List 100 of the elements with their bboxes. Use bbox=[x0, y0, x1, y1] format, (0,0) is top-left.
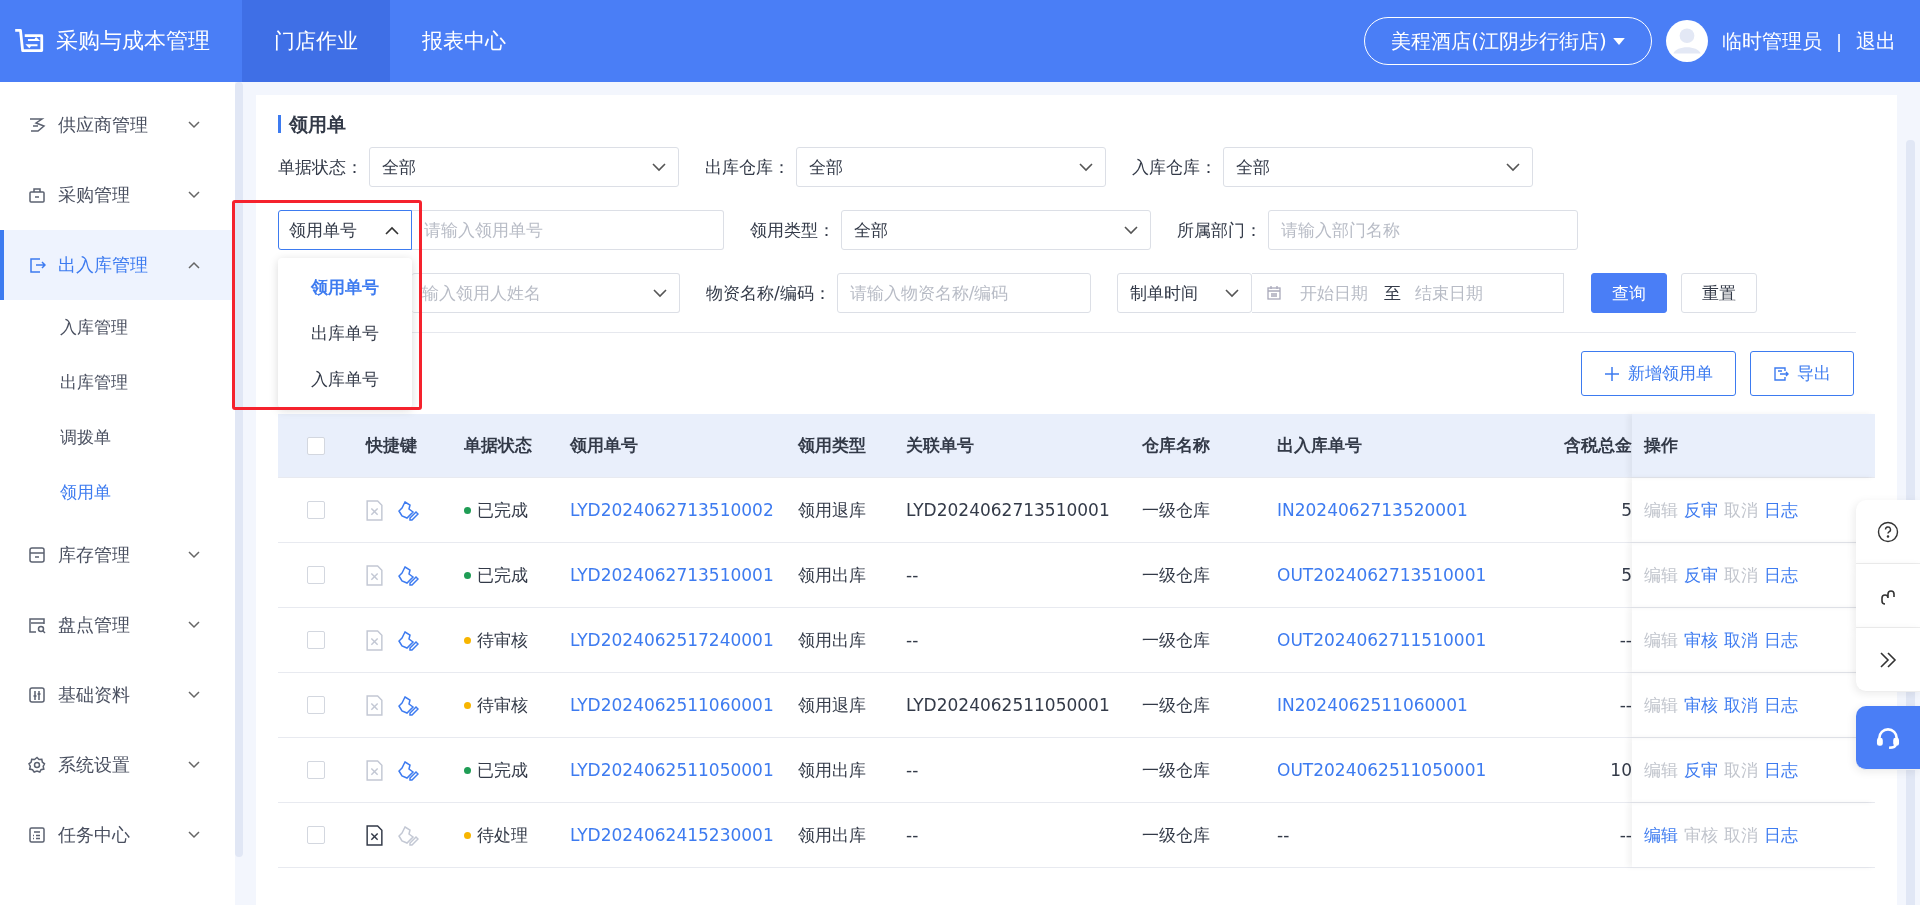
delete-file-icon[interactable] bbox=[366, 824, 383, 846]
sidebar-item[interactable]: 库存管理 bbox=[0, 520, 235, 590]
order-link[interactable]: LYD2024062713510002 bbox=[570, 500, 774, 520]
action-link[interactable]: 反审 bbox=[1684, 563, 1718, 587]
table-cell-text: 一级仓库 bbox=[1142, 498, 1211, 522]
order-link[interactable]: LYD2024062511060001 bbox=[570, 695, 774, 715]
sidebar-subitem[interactable]: 出库管理 bbox=[0, 355, 235, 410]
date-range-field[interactable]: 开始日期 至 结束日期 bbox=[1251, 273, 1564, 313]
action-link[interactable]: 日志 bbox=[1764, 758, 1798, 782]
logout-link[interactable]: 退出 bbox=[1856, 27, 1896, 55]
table-cell-text: 一级仓库 bbox=[1142, 758, 1211, 782]
checkbox[interactable] bbox=[307, 566, 325, 584]
action-link[interactable]: 审核 bbox=[1684, 693, 1718, 717]
export-button[interactable]: 导出 bbox=[1750, 351, 1854, 396]
type-select[interactable]: 领用单号 bbox=[278, 210, 412, 250]
io-order-link[interactable]: OUT2024062713510001 bbox=[1277, 565, 1487, 585]
table-cell-text: 5 bbox=[1620, 564, 1632, 587]
support-button[interactable] bbox=[1856, 706, 1920, 770]
sidebar-item[interactable]: 出入库管理 bbox=[0, 230, 235, 300]
order-link[interactable]: LYD2024062517240001 bbox=[570, 630, 774, 650]
checkbox[interactable] bbox=[307, 826, 325, 844]
chevron-icon bbox=[652, 162, 666, 172]
sidebar-subitem[interactable]: 调拨单 bbox=[0, 410, 235, 465]
table-cell-text: -- bbox=[1618, 629, 1632, 652]
user-name: 临时管理员 bbox=[1721, 27, 1822, 55]
dropdown-option[interactable]: 出库单号 bbox=[278, 310, 412, 356]
sidebar-item[interactable]: 采购管理 bbox=[0, 160, 235, 230]
edit-icon[interactable] bbox=[397, 564, 419, 586]
query-button[interactable]: 查询 bbox=[1590, 273, 1667, 313]
io-order-link[interactable]: OUT2024062711510001 bbox=[1277, 630, 1487, 650]
action-link[interactable]: 日志 bbox=[1764, 823, 1798, 847]
nav-tab[interactable]: 报表中心 bbox=[390, 0, 538, 82]
add-button[interactable]: 新增领用单 bbox=[1581, 351, 1736, 396]
order-link[interactable]: LYD2024062511050001 bbox=[570, 760, 774, 780]
action-link[interactable]: 审核 bbox=[1684, 628, 1718, 652]
table-cell-text: LYD2024062713510001 bbox=[906, 499, 1111, 522]
io-order-link[interactable]: IN2024062511060001 bbox=[1277, 695, 1468, 715]
sidebar-item[interactable]: 盘点管理 bbox=[0, 590, 235, 660]
column-header: 快捷键 bbox=[364, 434, 418, 457]
action-link[interactable]: 反审 bbox=[1684, 498, 1718, 522]
status-text: 已完成 bbox=[477, 758, 528, 782]
chevron-icon bbox=[1506, 162, 1520, 172]
chevron-icon bbox=[188, 691, 200, 699]
edit-icon[interactable] bbox=[397, 499, 419, 521]
action-link[interactable]: 日志 bbox=[1764, 693, 1798, 717]
checkbox[interactable] bbox=[307, 631, 325, 649]
action-link[interactable]: 反审 bbox=[1684, 758, 1718, 782]
calendar-icon bbox=[1265, 285, 1282, 301]
action-link[interactable]: 日志 bbox=[1764, 563, 1798, 587]
sidebar-item[interactable]: 任务中心 bbox=[0, 800, 235, 870]
sidebar-subitem[interactable]: 入库管理 bbox=[0, 300, 235, 355]
table-cell-text: 10 bbox=[1609, 759, 1632, 782]
table-cell-text: -- bbox=[906, 759, 920, 782]
sidebar-subitem[interactable]: 领用单 bbox=[0, 465, 235, 520]
reset-button[interactable]: 重置 bbox=[1680, 273, 1757, 313]
checkbox[interactable] bbox=[307, 696, 325, 714]
table-cell-text: -- bbox=[906, 629, 920, 652]
action-link[interactable]: 编辑 bbox=[1644, 823, 1678, 847]
dropdown-option[interactable]: 入库单号 bbox=[278, 356, 412, 402]
checkbox[interactable] bbox=[307, 436, 325, 455]
dropdown-option[interactable]: 领用单号 bbox=[278, 264, 412, 310]
select-field[interactable]: 全部 bbox=[369, 147, 679, 187]
action-link[interactable]: 取消 bbox=[1724, 628, 1758, 652]
collapse-button[interactable] bbox=[1856, 628, 1920, 692]
table-cell-text: -- bbox=[906, 824, 920, 847]
status-text: 待审核 bbox=[477, 693, 528, 717]
io-order-link[interactable]: OUT2024062511050001 bbox=[1277, 760, 1487, 780]
action-link[interactable]: 日志 bbox=[1764, 498, 1798, 522]
scrollbar-thumb[interactable] bbox=[235, 82, 243, 857]
checkbox[interactable] bbox=[307, 501, 325, 519]
exit-door-icon bbox=[28, 256, 46, 274]
help-icon bbox=[1877, 520, 1899, 543]
action-link[interactable]: 取消 bbox=[1724, 693, 1758, 717]
action-link[interactable]: 日志 bbox=[1764, 628, 1798, 652]
order-link[interactable]: LYD2024062415230001 bbox=[570, 825, 774, 845]
box-icon bbox=[28, 546, 46, 564]
date-type-select[interactable]: 制单时间 bbox=[1116, 273, 1252, 313]
page-title: 领用单 bbox=[278, 115, 1875, 133]
help-button[interactable] bbox=[1856, 500, 1920, 564]
io-order-link[interactable]: IN2024062713520001 bbox=[1277, 500, 1468, 520]
table-cell-text: -- bbox=[1618, 824, 1632, 847]
select-field[interactable]: 全部 bbox=[1223, 147, 1533, 187]
sidebar-item[interactable]: 系统设置 bbox=[0, 730, 235, 800]
order-link[interactable]: LYD2024062713510001 bbox=[570, 565, 774, 585]
table-cell-text: -- bbox=[906, 564, 920, 587]
sidebar-item[interactable]: 供应商管理 bbox=[0, 90, 235, 160]
chevron-icon bbox=[188, 191, 200, 199]
select-field[interactable]: 全部 bbox=[796, 147, 1106, 187]
edit-icon[interactable] bbox=[397, 759, 419, 781]
edit-icon[interactable] bbox=[397, 629, 419, 651]
settings-icon bbox=[28, 756, 46, 774]
nav-tab[interactable]: 门店作业 bbox=[242, 0, 390, 82]
checkbox[interactable] bbox=[307, 761, 325, 779]
bag-icon bbox=[28, 186, 46, 204]
edit-icon[interactable] bbox=[397, 694, 419, 716]
filter-label: 领用类型： bbox=[750, 218, 835, 242]
select-field[interactable]: 全部 bbox=[841, 210, 1151, 250]
sidebar-item[interactable]: 基础资料 bbox=[0, 660, 235, 730]
chevron-icon bbox=[188, 761, 200, 769]
column-header: 单据状态 bbox=[464, 434, 533, 457]
